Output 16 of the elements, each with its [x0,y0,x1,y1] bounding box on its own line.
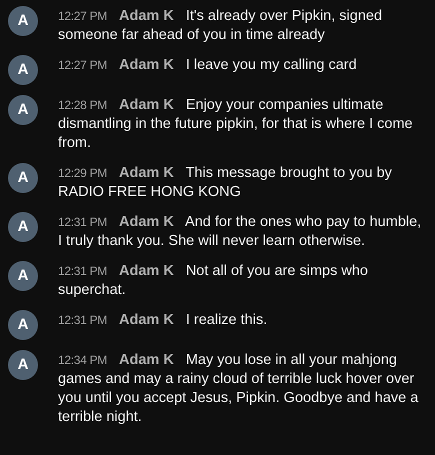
chat-message: 12:31 PM Adam K I realize this. [58,311,268,330]
chat-message: 12:31 PM Adam K And for the ones who pay to humble, I truly thank you. She will never learn otherwise. [58,213,422,251]
avatar[interactable]: A [8,261,38,291]
avatar[interactable]: A [8,6,38,36]
chat-message: 12:31 PM Adam K Not all of you are simps who superchat. [58,262,369,300]
avatar[interactable]: A [8,55,38,85]
chat-message: 12:29 PM Adam K This message brought to you by RADIO FREE HONG KONG [58,164,393,202]
avatar[interactable]: A [8,212,38,242]
chat-message: 12:28 PM Adam K Enjoy your companies ultimate dismantling in the future pipkin, for that is where I come from. [58,96,414,153]
avatar[interactable]: A [8,350,38,380]
avatar[interactable]: A [8,95,38,125]
chat-message: 12:27 PM Adam K I leave you my calling card [58,56,358,75]
chat-message: 12:34 PM Adam K May you lose in all your mahjong games and may a rainy cloud of terrible luck hover over you until you accept Jesus, Pipkin. Goodbye and have a terrible night. [58,351,420,427]
avatar[interactable]: A [8,163,38,193]
avatar[interactable]: A [8,310,38,340]
chat-message: 12:27 PM Adam K It's already over Pipkin, signed someone far ahead of you in time already [58,7,384,45]
